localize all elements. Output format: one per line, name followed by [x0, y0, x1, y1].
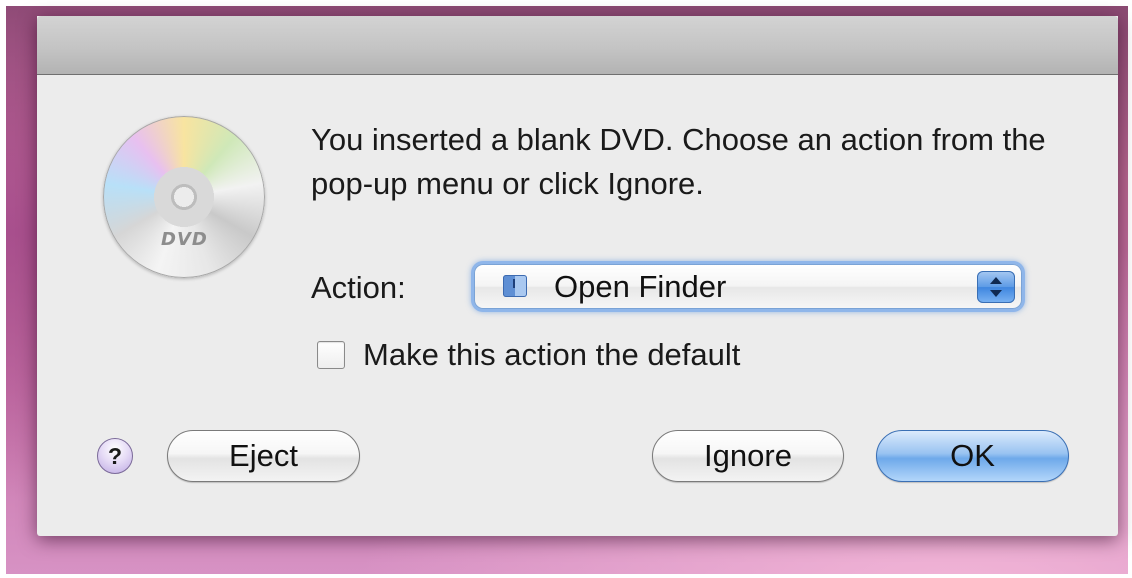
popup-arrows-icon [977, 271, 1015, 303]
arrow-down-icon [990, 290, 1002, 297]
ok-button[interactable]: OK [876, 430, 1069, 482]
action-popup-value: Open Finder [554, 269, 727, 304]
help-button[interactable]: ? [97, 438, 133, 474]
dialog-message: You inserted a blank DVD. Choose an acti… [311, 122, 1046, 201]
make-default-checkbox[interactable] [317, 341, 345, 369]
blank-dvd-dialog: DVD You inserted a blank DVD. Choose an … [37, 16, 1118, 536]
arrow-up-icon [990, 277, 1002, 284]
dialog-titlebar[interactable] [37, 16, 1118, 75]
finder-icon [503, 275, 527, 297]
dvd-disc-icon: DVD [103, 116, 265, 278]
ignore-button[interactable]: Ignore [652, 430, 844, 482]
dvd-logo-text: DVD [161, 229, 208, 250]
make-default-label[interactable]: Make this action the default [363, 335, 740, 375]
eject-button[interactable]: Eject [167, 430, 360, 482]
action-label: Action: [311, 270, 406, 305]
action-popup-menu[interactable]: Open Finder [474, 264, 1022, 309]
